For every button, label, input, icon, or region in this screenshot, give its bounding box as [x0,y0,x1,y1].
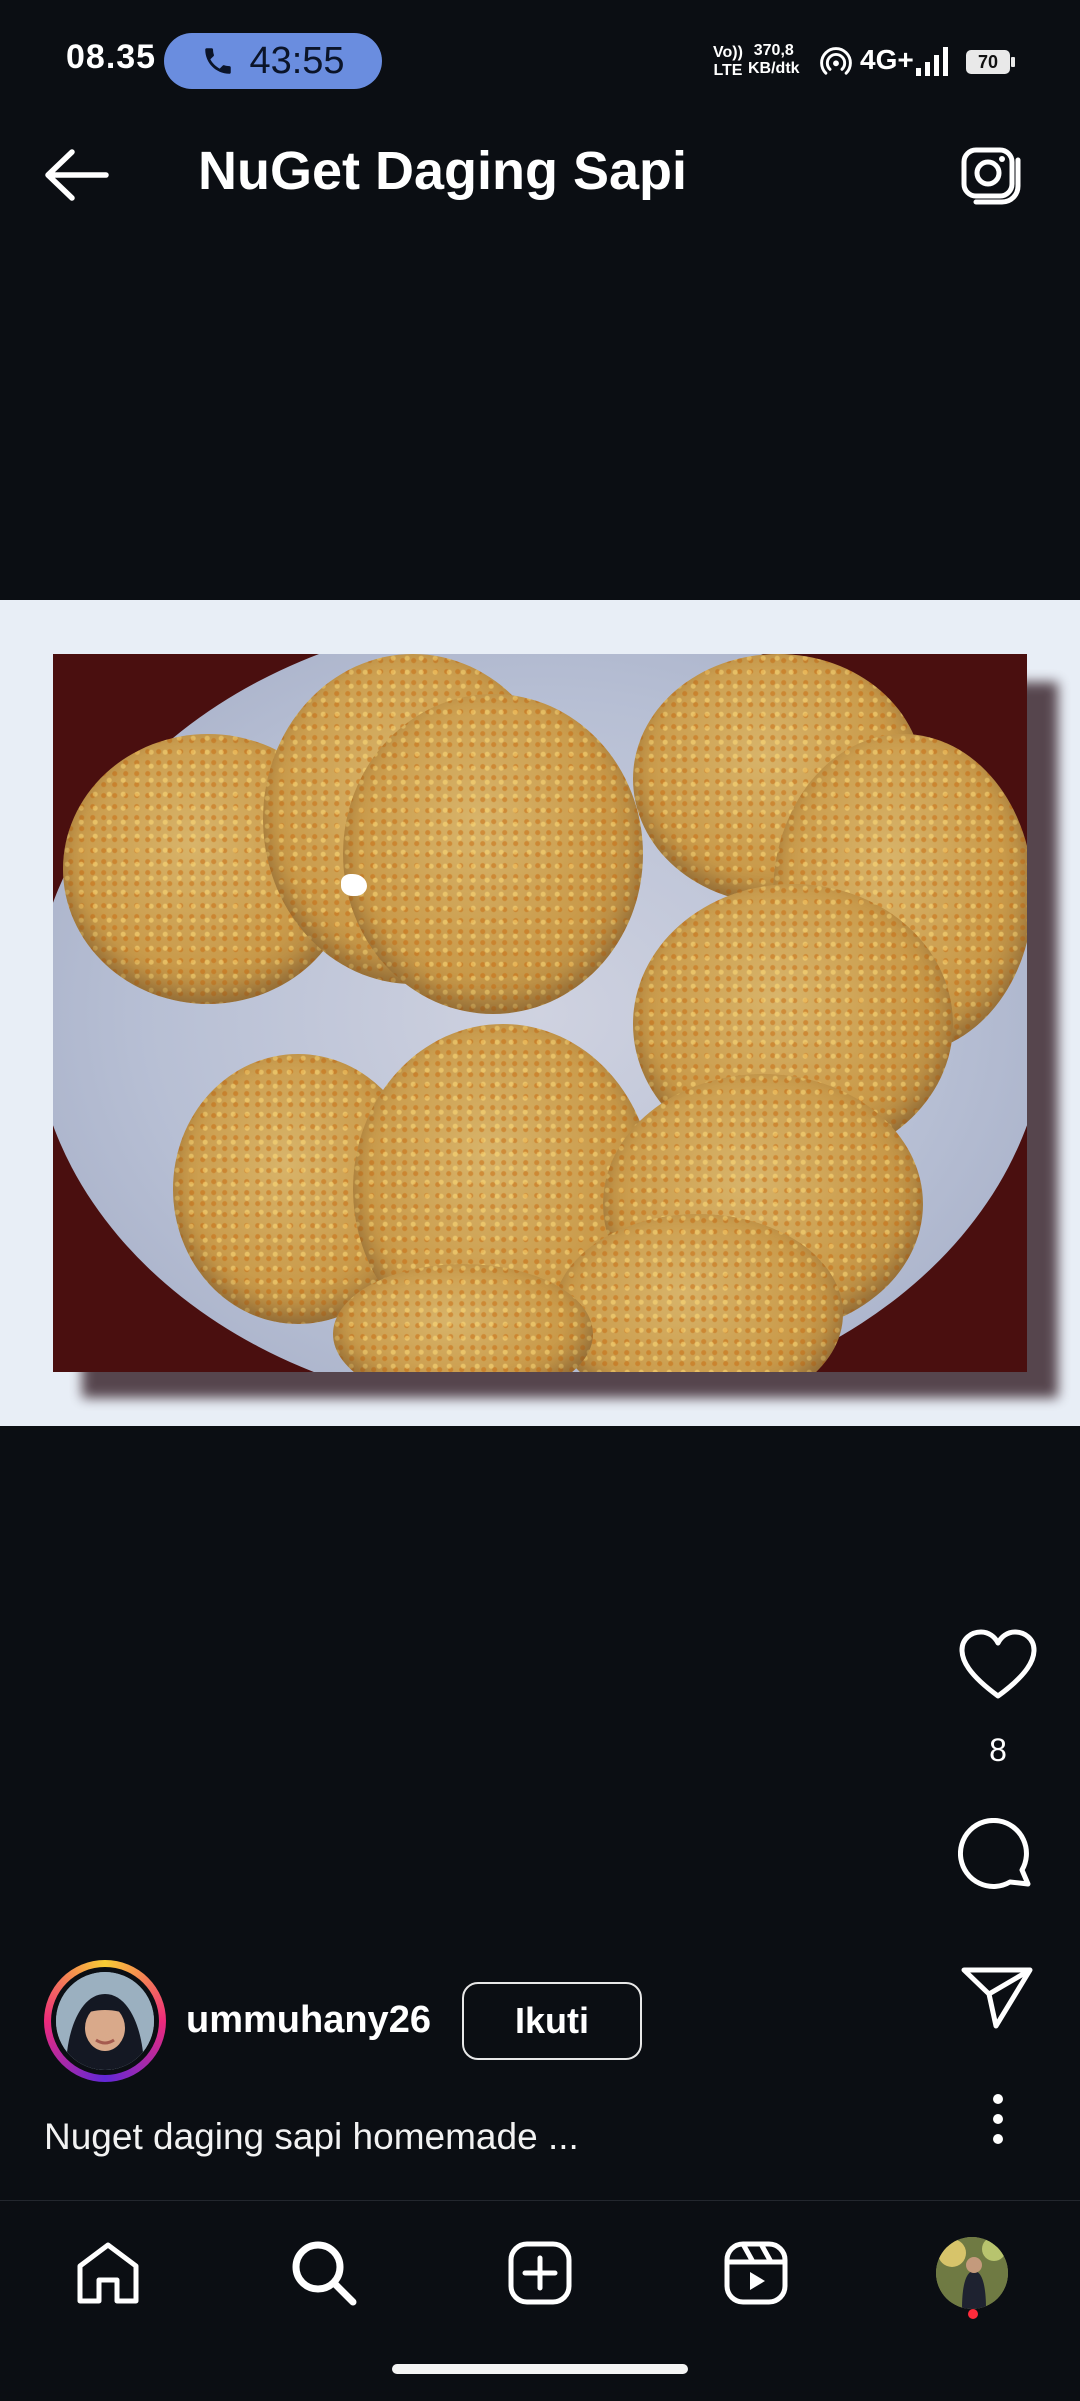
author-avatar [51,1967,159,2075]
network-speed: 370,8 KB/dtk [748,42,800,78]
hotspot-icon [820,47,852,75]
nugget [343,694,643,1014]
nav-search[interactable] [284,2233,364,2313]
network-speed-unit: KB/dtk [748,60,800,77]
notification-dot [968,2309,978,2319]
profile-photo [936,2237,1008,2309]
page-title: NuGet Daging Sapi [198,141,688,201]
nav-profile[interactable] [932,2233,1012,2313]
lte-label: LTE [713,62,743,79]
battery-tip [1011,57,1015,67]
ongoing-call-pill[interactable]: 43:55 [164,33,382,89]
reels-icon [724,2241,788,2305]
profile-avatar [936,2237,1008,2309]
status-time: 08.35 [66,38,157,76]
home-icon [77,2242,139,2304]
volte-indicator: Vo)) LTE [713,44,743,80]
avatar-portrait [56,1972,154,2070]
heart-icon[interactable] [958,1628,1038,1702]
camera-icon[interactable] [958,140,1024,206]
call-timer: 43:55 [249,39,345,82]
create-post-icon [508,2241,572,2305]
home-indicator[interactable] [392,2364,688,2374]
author-username[interactable]: ummuhany26 [186,1999,431,2042]
author-avatar-ring[interactable] [44,1960,166,2082]
more-options-icon[interactable] [980,2090,1016,2148]
post-caption[interactable]: Nuget daging sapi homemade ... [44,2116,579,2158]
follow-button[interactable]: Ikuti [462,1982,642,2060]
send-icon[interactable] [960,1964,1034,2030]
nav-create[interactable] [500,2233,580,2313]
signal-icon [916,47,948,76]
avatar [56,1972,154,2070]
battery-icon: 70 [966,50,1010,74]
back-arrow-icon[interactable] [42,146,110,204]
nav-home[interactable] [68,2233,148,2313]
network-speed-value: 370,8 [753,42,794,59]
network-type: 4G+ [860,44,914,75]
search-icon [292,2241,357,2306]
post-image[interactable] [0,600,1080,1426]
photo-speck [341,874,367,896]
nugget-photo [53,654,1027,1372]
nav-reels[interactable] [716,2233,796,2313]
volte-label: Vo)) [713,44,743,61]
like-count: 8 [989,1732,1007,1768]
comment-icon[interactable] [958,1818,1036,1896]
phone-icon [205,48,232,74]
status-bar: 08.35 43:55 Vo)) LTE 370,8 KB/dtk 4G+ 70 [0,0,1080,90]
